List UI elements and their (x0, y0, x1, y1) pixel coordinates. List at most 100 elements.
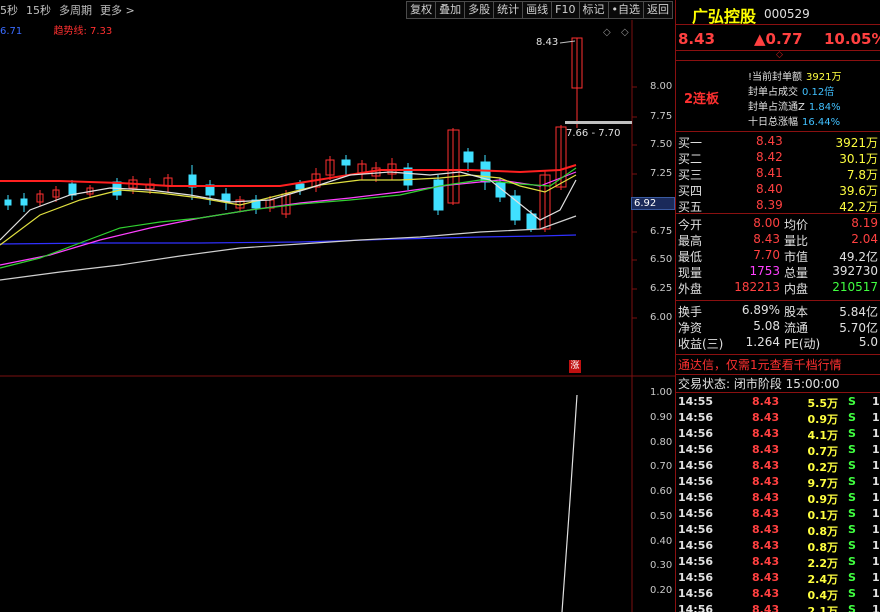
tick-price: 8.43 (752, 411, 780, 424)
tick-count: 1 (872, 507, 880, 520)
current-price-tag: 6.92 (631, 197, 675, 210)
tick-count: 1 (872, 459, 880, 472)
tick-volume: 0.4万 (807, 589, 839, 602)
tick-volume: 2.2万 (807, 557, 839, 570)
stat-value: 5.84亿 (839, 305, 878, 319)
quote-panel: 广弘控股 000529 8.43 ▲0.77 10.05% ◇ !当前封单额39… (676, 0, 880, 612)
order-book-row: 买五 8.39 42.2万 (676, 198, 880, 214)
tick-price: 8.43 (752, 555, 780, 568)
stat-label: 总量 (784, 266, 809, 280)
tick-count: 1 (872, 427, 880, 440)
tick-time: 14:56 (678, 539, 714, 552)
tick-volume: 2.4万 (807, 573, 839, 586)
order-book-row: 买一 8.43 3921万 (676, 134, 880, 150)
tick-price: 8.43 (752, 571, 780, 584)
tick-time: 14:56 (678, 603, 714, 612)
sub-axis-label: 0.70 (650, 461, 673, 472)
tick-time: 14:56 (678, 507, 714, 520)
tick-side: S (848, 427, 856, 440)
tick-side: S (848, 475, 856, 488)
stat-label: 量比 (784, 234, 809, 248)
tick-count: 1 (872, 395, 880, 408)
stat-value: 8.19 (851, 216, 878, 230)
stat-row: 最低 7.70 市值 49.2亿 (676, 248, 880, 264)
tick-price: 8.43 (752, 443, 780, 456)
tick-time: 14:56 (678, 523, 714, 536)
order-book-price: 8.41 (756, 166, 783, 180)
stat-label: 换手 (678, 305, 703, 319)
tick-row: 14:56 8.43 2.2万 S 1 (676, 555, 880, 571)
sub-indicator-line (561, 394, 578, 612)
tick-side: S (848, 411, 856, 424)
stat-value: 2.04 (851, 232, 878, 246)
tick-volume: 0.8万 (807, 525, 839, 538)
tick-side: S (848, 523, 856, 536)
order-book-label: 买一 (678, 136, 703, 150)
tick-row: 14:56 8.43 2.4万 S 1 (676, 571, 880, 587)
range-marker-bar (565, 121, 632, 124)
consecutive-limit-badge: 2连板 (684, 92, 720, 107)
fundamental-row: 收益(三) 1.264 PE(动) 5.0 (676, 335, 880, 351)
order-book-volume: 39.6万 (839, 184, 878, 198)
seal-info-row: 十日总涨幅 16.44% (748, 113, 840, 128)
sub-axis-label: 0.50 (650, 511, 673, 522)
fundamental-row: 换手 6.89% 股本 5.84亿 (676, 303, 880, 319)
tick-count: 1 (872, 475, 880, 488)
tick-count: 1 (872, 603, 880, 612)
tick-side: S (848, 555, 856, 568)
svg-text:◇: ◇ (621, 27, 629, 38)
seal-info-value: 16.44% (802, 117, 841, 128)
stat-value: 8.43 (753, 232, 780, 246)
promo-banner[interactable]: 通达信，仅需1元查看千档行情 (676, 356, 880, 374)
sub-axis-label: 0.40 (650, 536, 673, 547)
sub-axis-label: 0.60 (650, 486, 673, 497)
tick-count: 1 (872, 555, 880, 568)
order-book-label: 买四 (678, 184, 703, 198)
tick-row: 14:56 8.43 0.4万 S 1 (676, 587, 880, 603)
stat-value: 182213 (734, 280, 780, 294)
seal-info-label: !当前封单额 (748, 72, 803, 83)
tick-volume: 2.1万 (807, 605, 839, 612)
price-change-pct: 10.05% (824, 30, 880, 48)
stat-label: 内盘 (784, 282, 809, 296)
tick-time: 14:56 (678, 555, 714, 568)
stat-label: 净资 (678, 321, 703, 335)
tick-side: S (848, 539, 856, 552)
collapse-icon[interactable]: ◇ (776, 50, 783, 60)
stat-label: 流通 (784, 321, 809, 335)
tick-count: 1 (872, 539, 880, 552)
stat-value: 5.0 (858, 335, 878, 349)
stat-value: 7.70 (753, 248, 780, 262)
stat-value: 1753 (749, 264, 780, 278)
tick-side: S (848, 587, 856, 600)
price-axis-label: 8.00 (650, 81, 673, 92)
tick-time: 14:56 (678, 475, 714, 488)
tick-row: 14:56 8.43 0.2万 S 1 (676, 459, 880, 475)
seal-info-row: !当前封单额 3921万 (748, 68, 841, 83)
tick-side: S (848, 443, 856, 456)
kline-chart-svg: ◇ ◇ (0, 20, 675, 612)
tick-side: S (848, 507, 856, 520)
last-price: 8.43 (678, 30, 716, 48)
tick-count: 1 (872, 443, 880, 456)
price-axis-label: 6.25 (650, 283, 673, 294)
tick-price: 8.43 (752, 603, 780, 612)
tick-row: 14:55 8.43 5.5万 S 1 (676, 395, 880, 411)
tick-volume: 0.1万 (807, 509, 839, 522)
max-price-label: 8.43 (536, 37, 559, 48)
stat-label: 市值 (784, 250, 809, 264)
tick-price: 8.43 (752, 427, 780, 440)
tick-row: 14:56 8.43 0.8万 S 1 (676, 523, 880, 539)
tick-row: 14:56 8.43 0.8万 S 1 (676, 539, 880, 555)
stat-value: 210517 (832, 280, 878, 294)
stat-row: 现量 1753 总量 392730 (676, 264, 880, 280)
stock-code: 000529 (764, 7, 810, 21)
order-book-label: 买二 (678, 152, 703, 166)
stat-value: 1.264 (745, 335, 780, 349)
tick-time: 14:56 (678, 411, 714, 424)
stat-label: PE(动) (784, 337, 821, 351)
seal-info-row: 封单占成交 0.12倍 (748, 83, 834, 98)
price-axis-label: 6.00 (650, 312, 673, 323)
tick-time: 14:55 (678, 395, 714, 408)
max-price-marker (559, 40, 576, 44)
